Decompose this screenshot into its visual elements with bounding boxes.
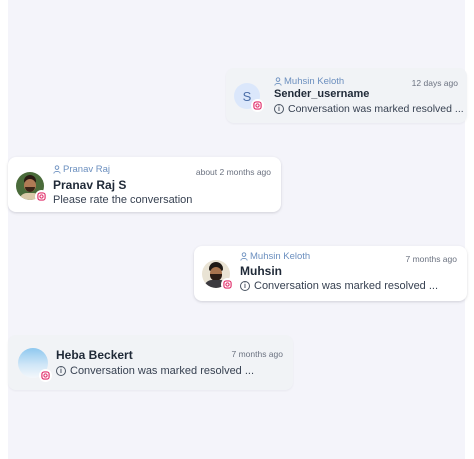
conversation-list-panel: S Muhsin Keloth 12 days ago Sender_usern… bbox=[8, 0, 467, 459]
instagram-icon bbox=[36, 191, 47, 202]
conversation-card[interactable]: Pranav Raj about 2 months ago Pranav Raj… bbox=[8, 157, 281, 212]
contact-name: Pranav Raj S bbox=[53, 178, 127, 192]
instagram-icon bbox=[40, 370, 51, 381]
conversation-card[interactable]: S Muhsin Keloth 12 days ago Sender_usern… bbox=[226, 68, 467, 123]
info-icon: i bbox=[274, 104, 284, 114]
info-icon: i bbox=[240, 281, 250, 291]
avatar bbox=[18, 348, 51, 381]
assigned-agent: Muhsin Keloth bbox=[274, 76, 344, 87]
agent-name: Muhsin Keloth bbox=[284, 76, 345, 87]
contact-name: Muhsin bbox=[240, 264, 282, 278]
timestamp: 7 months ago bbox=[231, 349, 283, 359]
last-message: i Conversation was marked resolved ... bbox=[240, 280, 438, 292]
avatar: S bbox=[234, 83, 263, 111]
timestamp: 7 months ago bbox=[405, 254, 457, 264]
last-message-text: Please rate the conversation bbox=[53, 194, 193, 206]
agent-name: Muhsin Keloth bbox=[250, 251, 311, 262]
last-message-text: Conversation was marked resolved ... bbox=[288, 103, 464, 115]
avatar bbox=[202, 260, 233, 290]
last-message: Please rate the conversation bbox=[53, 194, 192, 206]
timestamp: about 2 months ago bbox=[195, 167, 271, 177]
agent-name: Pranav Raj bbox=[63, 164, 110, 175]
assigned-agent: Pranav Raj bbox=[53, 164, 110, 175]
instagram-icon bbox=[222, 279, 233, 290]
timestamp: 12 days ago bbox=[411, 78, 458, 88]
last-message: i Conversation was marked resolved ... bbox=[274, 103, 464, 115]
conversation-card[interactable]: Muhsin Keloth 7 months ago Muhsin i Conv… bbox=[194, 246, 467, 301]
user-icon bbox=[53, 165, 61, 174]
last-message: i Conversation was marked resolved ... bbox=[56, 365, 254, 377]
info-icon: i bbox=[56, 366, 66, 376]
conversation-card[interactable]: 7 months ago Heba Beckert i Conversation… bbox=[8, 335, 293, 390]
user-icon bbox=[274, 77, 282, 86]
user-icon bbox=[240, 252, 248, 261]
last-message-text: Conversation was marked resolved ... bbox=[254, 280, 439, 292]
avatar bbox=[16, 172, 47, 202]
assigned-agent: Muhsin Keloth bbox=[240, 251, 310, 262]
last-message-text: Conversation was marked resolved ... bbox=[70, 365, 255, 377]
instagram-icon bbox=[252, 100, 263, 111]
contact-name: Sender_username bbox=[274, 88, 370, 100]
contact-name: Heba Beckert bbox=[56, 348, 133, 362]
